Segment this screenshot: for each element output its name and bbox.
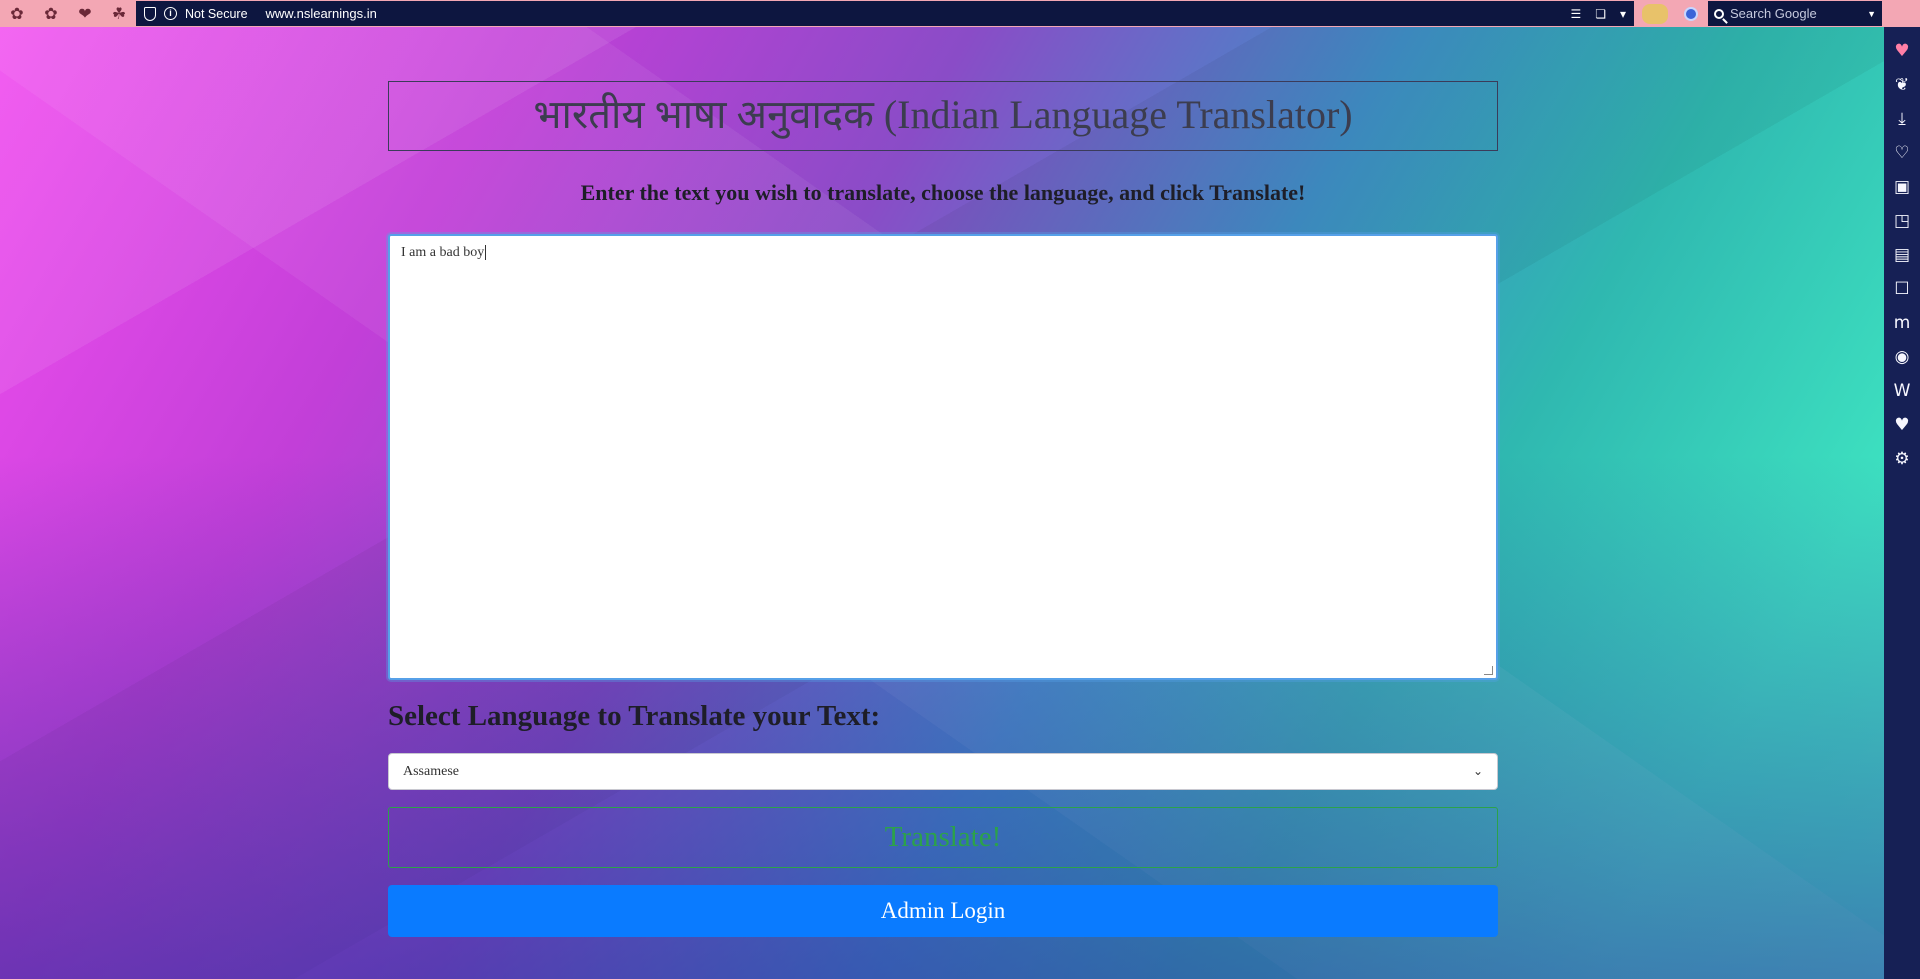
heart-plus-icon[interactable]: ♡ [1891,141,1913,164]
language-select-label: Select Language to Translate your Text: [388,700,881,732]
tab-1[interactable]: ✿ [4,3,30,25]
selected-language: Assamese [403,763,459,779]
vivaldi-icon[interactable]: ◉ [1891,345,1913,368]
bookmark-heart-icon[interactable]: ▣ [1891,175,1913,198]
hearts-stack-icon[interactable]: ❦ [1891,73,1913,96]
reader-icon[interactable]: ☰ [1570,7,1581,21]
tab-2[interactable]: ✿ [38,3,64,25]
address-bar[interactable]: i Not Secure www.nslearnings.in ☰ ❏ ▾ [136,1,1634,26]
search-box[interactable]: Search Google ▼ [1708,1,1882,26]
page-background: भारतीय भाषा अनुवादक (Indian Language Tra… [0,27,1884,979]
language-select[interactable]: Assamese ⌄ [388,753,1498,790]
text-cursor [485,245,487,260]
browser-toolbar: ✿ ✿ ❤ ☘ i Not Secure www.nslearnings.in … [0,0,1920,27]
mastodon-icon[interactable]: m [1891,311,1913,334]
search-engine-dropdown-icon[interactable]: ▼ [1867,9,1876,19]
chevron-down-icon: ⌄ [1472,764,1483,778]
info-icon[interactable]: i [164,7,177,20]
admin-login-button[interactable]: Admin Login [388,885,1498,937]
heart-add-icon[interactable]: ♥ [1891,413,1913,436]
search-placeholder: Search Google [1730,6,1817,21]
tab-4[interactable]: ☘ [106,3,132,25]
url-text[interactable]: www.nslearnings.in [266,6,377,21]
search-icon [1714,8,1724,19]
gear-icon[interactable]: ⚙ [1891,447,1913,470]
wikipedia-icon[interactable]: W [1891,379,1913,402]
chevron-down-icon[interactable]: ▾ [1620,7,1626,21]
resize-handle[interactable] [1484,666,1493,675]
extensions-area [1634,0,1706,27]
tab-strip: ✿ ✿ ❤ ☘ [0,3,138,25]
source-text-input[interactable]: I am a bad boy [388,234,1498,680]
page-title: भारतीय भाषा अनुवादक (Indian Language Tra… [388,81,1498,151]
extension-avatar-icon[interactable] [1642,3,1668,24]
source-text-value: I am a bad boy [401,245,485,260]
instructions-text: Enter the text you wish to translate, ch… [580,180,1306,205]
extension-circle-icon[interactable] [1684,6,1698,21]
heart-icon[interactable]: ♥ [1891,39,1913,62]
bookmark-icon[interactable]: ❏ [1595,7,1606,21]
shield-icon[interactable] [144,6,156,21]
translate-icon[interactable]: ▤ [1891,243,1913,266]
tab-3[interactable]: ❤ [72,3,98,25]
security-label[interactable]: Not Secure [185,7,248,21]
chat-icon[interactable]: ☐ [1891,277,1913,300]
download-icon[interactable]: ⤓ [1891,107,1913,130]
toolbar-end [1882,0,1920,27]
window-icon[interactable]: ◳ [1891,209,1913,232]
side-panel: ♥ ❦ ⤓ ♡ ▣ ◳ ▤ ☐ m ◉ W ♥ ⚙ [1884,27,1920,979]
translate-button[interactable]: Translate! [388,807,1498,868]
